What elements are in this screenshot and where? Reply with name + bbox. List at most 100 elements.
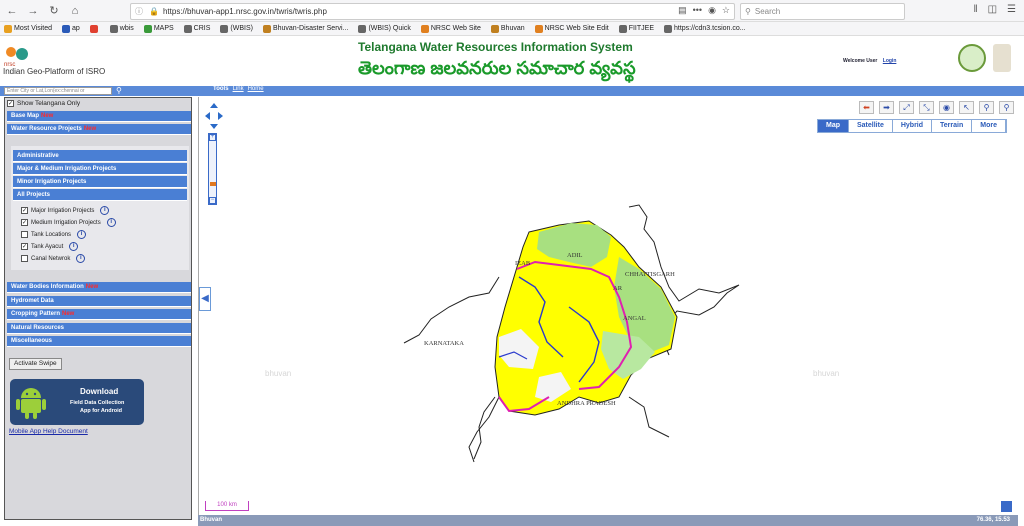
welcome-text: Welcome User	[843, 58, 878, 64]
label-andhra-pradesh: ANDHRA PRADESH	[557, 400, 616, 407]
library-icon[interactable]: ‖	[973, 4, 977, 15]
bookmark-label: FIITJEE	[628, 25, 654, 32]
bookmark-label: wbis	[119, 25, 134, 32]
show-telangana-toggle[interactable]: ✓ Show Telangana Only	[7, 100, 80, 107]
layer-checkbox[interactable]: ✓	[21, 219, 28, 226]
bookmark-item[interactable]: NRSC Web Site Edit	[534, 24, 609, 33]
reader-icon[interactable]: ▤	[678, 5, 687, 16]
lock-icon: 🔒	[149, 7, 159, 16]
section-base-map[interactable]: Base Map New	[7, 111, 191, 122]
subsection-administrative[interactable]: Administrative	[13, 150, 187, 162]
section-label: Cropping Pattern	[11, 311, 60, 317]
bookmark-icon	[4, 24, 12, 33]
bookmark-star-icon[interactable]: ☆	[722, 5, 730, 16]
layer-item[interactable]: Canal Netwrok i	[21, 254, 86, 263]
main-toolbar: Enter City or Lat,Lon(ex:chennai or ⚲ To…	[0, 86, 1024, 96]
layer-item[interactable]: ✓ Medium Irrigation Projects i	[21, 218, 116, 227]
bookmark-label: Most Visited	[14, 25, 52, 32]
bookmark-item[interactable]: (WBIS) Quick	[358, 24, 411, 33]
bookmark-item[interactable]: MAPS	[143, 24, 174, 33]
info-icon[interactable]: i	[76, 254, 86, 263]
label-karnataka: KARNATAKA	[424, 340, 464, 347]
reload-icon[interactable]: ↻	[45, 2, 63, 20]
subsection-minor[interactable]: Minor Irrigation Projects	[13, 176, 187, 188]
bookmark-item[interactable]: https://cdn3.tcsion.co...	[663, 24, 746, 33]
url-bar[interactable]: ⓘ 🔒 https://bhuvan-app1.nrsc.gov.in/twri…	[130, 3, 735, 20]
login-link[interactable]: Login	[883, 58, 897, 64]
activate-swipe-button[interactable]: Activate Swipe	[9, 358, 62, 370]
back-icon[interactable]: ←	[3, 2, 21, 20]
bookmark-icon	[62, 24, 70, 33]
sidebar-section[interactable]: Water Bodies Information New	[7, 282, 191, 293]
info-icon[interactable]: ⓘ	[135, 6, 143, 17]
label-karimnagar: AR	[613, 285, 623, 292]
bookmark-label: https://cdn3.tcsion.co...	[673, 25, 746, 32]
info-icon[interactable]: i	[100, 206, 110, 215]
bookmark-item[interactable]: (WBIS)	[220, 24, 253, 33]
mobile-help-link[interactable]: Mobile App Help Document	[9, 428, 88, 435]
layer-label: Medium Irrigation Projects	[31, 219, 101, 226]
forward-icon[interactable]: →	[24, 2, 42, 20]
bookmark-item[interactable]: Bhuvan	[490, 24, 525, 33]
cursor-coordinates: 76.36, 15.53	[976, 517, 1010, 523]
info-icon[interactable]: i	[106, 218, 116, 227]
bookmark-item[interactable]	[89, 24, 100, 33]
layer-item[interactable]: Tank Locations i	[21, 230, 87, 239]
layer-checkbox[interactable]	[21, 231, 28, 238]
info-icon[interactable]: i	[77, 230, 87, 239]
layer-label: Tank Ayacut	[31, 243, 64, 250]
bookmark-label: CRIS	[193, 25, 211, 32]
layer-item[interactable]: ✓ Major Irrigation Projects i	[21, 206, 110, 215]
sidebar-section[interactable]: Natural Resources	[7, 322, 191, 334]
layer-item[interactable]: ✓ Tank Ayacut i	[21, 242, 79, 251]
bookmark-icon	[262, 24, 271, 33]
home-icon[interactable]: ⌂	[66, 2, 84, 20]
layer-checkbox[interactable]	[21, 255, 28, 262]
section-label: Water Resource Projects	[11, 126, 82, 132]
bookmark-icon	[220, 24, 229, 33]
sidebar-section[interactable]: Cropping Pattern New	[7, 309, 191, 320]
sidebar-section[interactable]: Miscellaneous	[7, 336, 191, 347]
show-telangana-label: Show Telangana Only	[17, 100, 81, 107]
bookmark-item[interactable]: ap	[62, 24, 80, 33]
fullscreen-icon[interactable]	[1001, 501, 1012, 512]
layer-checkbox[interactable]: ✓	[21, 207, 28, 214]
bookmark-item[interactable]: CRIS	[183, 24, 211, 33]
pocket-icon[interactable]: ◉	[708, 5, 716, 16]
bookmark-item[interactable]: Bhuvan-Disaster Servi...	[262, 24, 348, 33]
new-badge: New	[41, 113, 54, 119]
bookmark-icon	[143, 24, 152, 33]
browser-search-input[interactable]: ⚲ Search	[740, 3, 905, 20]
tools-menu[interactable]: Tools	[213, 86, 229, 92]
map-scale-bar: 100 km	[205, 501, 249, 511]
layer-label: Tank Locations	[31, 231, 72, 238]
bookmark-icon	[534, 24, 543, 33]
android-app-banner[interactable]: Download Field Data Collection App for A…	[10, 379, 144, 425]
map-canvas[interactable]: + − ◀ ⬅ ➡ ⤢ ⤡ ◉ ↖ ⚲ ⚲ Map Satellite Hybrid…	[198, 97, 1018, 515]
bookmark-item[interactable]: wbis	[109, 24, 134, 33]
sidebar-icon[interactable]: ◫	[988, 4, 997, 15]
layer-checkbox[interactable]: ✓	[21, 243, 28, 250]
android-icon	[16, 388, 46, 419]
link-menu[interactable]: Link	[233, 86, 244, 92]
bookmark-icon	[358, 24, 367, 33]
bookmark-item[interactable]: FIITJEE	[618, 24, 654, 33]
bookmark-item[interactable]: NRSC Web Site	[420, 24, 481, 33]
sidebar-section[interactable]: Hydromet Data	[7, 295, 191, 307]
new-badge: New	[62, 311, 75, 317]
bookmark-item[interactable]: Most Visited	[4, 24, 52, 33]
subsection-major-medium[interactable]: Major & Medium Irrigation Projects	[13, 163, 187, 175]
home-menu[interactable]: Home	[248, 86, 264, 92]
subsection-all-projects[interactable]: All Projects	[13, 189, 187, 201]
section-water-projects[interactable]: Water Resource Projects New	[7, 124, 191, 135]
info-icon[interactable]: i	[69, 242, 79, 251]
show-telangana-checkbox[interactable]: ✓	[7, 100, 14, 107]
bookmark-label: NRSC Web Site Edit	[544, 25, 609, 32]
page-actions-icon[interactable]: •••	[693, 5, 702, 16]
new-badge: New	[83, 126, 97, 132]
menu-icon[interactable]: ☰	[1007, 4, 1016, 15]
location-search-icon[interactable]: ⚲	[116, 86, 122, 95]
isro-logo[interactable]: nrsc	[3, 44, 29, 68]
section-label: Natural Resources	[11, 324, 65, 331]
location-search-input[interactable]: Enter City or Lat,Lon(ex:chennai or	[4, 87, 112, 95]
